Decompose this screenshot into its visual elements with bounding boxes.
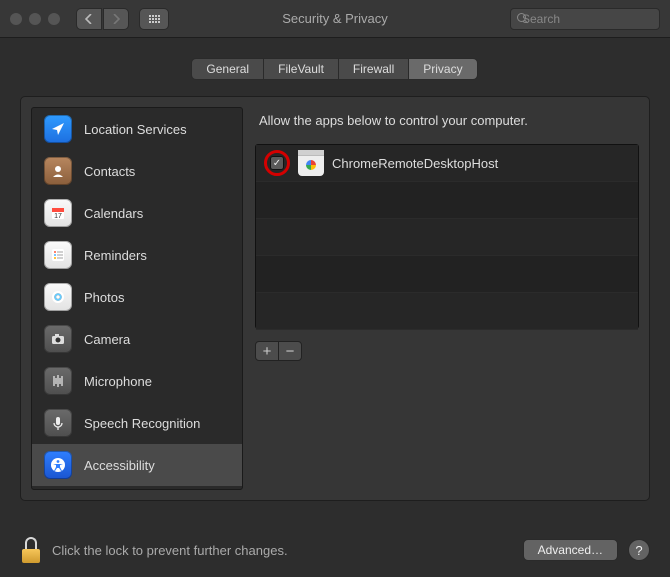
nav-buttons: [76, 8, 129, 30]
sidebar-item-label: Accessibility: [84, 458, 155, 473]
sidebar-item-label: Speech Recognition: [84, 416, 200, 431]
back-button[interactable]: [76, 8, 102, 30]
speech-icon: [44, 409, 72, 437]
lock-button[interactable]: [20, 537, 42, 563]
sidebar-item-microphone[interactable]: Microphone: [32, 360, 242, 402]
sidebar-item-label: Contacts: [84, 164, 135, 179]
show-all-button[interactable]: [139, 8, 169, 30]
grid-icon: [149, 15, 160, 23]
forward-button[interactable]: [103, 8, 129, 30]
close-window-button[interactable]: [10, 13, 22, 25]
chevron-left-icon: [85, 14, 93, 24]
highlight-ring-icon: [264, 150, 290, 176]
calendar-icon: 17: [44, 199, 72, 227]
window-title: Security & Privacy: [282, 11, 387, 26]
location-icon: [44, 115, 72, 143]
sidebar-item-speech[interactable]: Speech Recognition: [32, 402, 242, 444]
sidebar-item-photos[interactable]: Photos: [32, 276, 242, 318]
app-row-empty: [256, 256, 638, 293]
sidebar-item-reminders[interactable]: Reminders: [32, 234, 242, 276]
tab-general[interactable]: General: [191, 58, 264, 80]
tab-bar: GeneralFileVaultFirewallPrivacy: [0, 58, 670, 80]
app-row-empty: [256, 219, 638, 256]
add-app-button[interactable]: +: [255, 341, 279, 361]
sidebar-item-label: Calendars: [84, 206, 143, 221]
app-row-empty: [256, 182, 638, 219]
sidebar-item-contacts[interactable]: Contacts: [32, 150, 242, 192]
sidebar-item-camera[interactable]: Camera: [32, 318, 242, 360]
camera-icon: [44, 325, 72, 353]
window-titlebar: Security & Privacy: [0, 0, 670, 38]
footer: Click the lock to prevent further change…: [0, 523, 670, 577]
microphone-icon: [44, 367, 72, 395]
add-remove-buttons: + −: [255, 341, 639, 361]
privacy-sidebar: Location Services Contacts 17 Calendars Remi…: [31, 107, 243, 490]
tab-privacy[interactable]: Privacy: [408, 58, 477, 80]
search-input[interactable]: [522, 12, 670, 26]
tab-filevault[interactable]: FileVault: [263, 58, 339, 80]
sidebar-item-label: Microphone: [84, 374, 152, 389]
app-checkbox[interactable]: ✓: [264, 150, 290, 176]
app-row[interactable]: ✓ ChromeRemoteDesktopHost: [256, 145, 638, 182]
minimize-window-button[interactable]: [29, 13, 41, 25]
sidebar-item-label: Location Services: [84, 122, 187, 137]
reminders-icon: [44, 241, 72, 269]
content-title: Allow the apps below to control your com…: [259, 113, 635, 128]
svg-text:17: 17: [54, 213, 62, 220]
zoom-window-button[interactable]: [48, 13, 60, 25]
advanced-button[interactable]: Advanced…: [523, 539, 618, 561]
sidebar-item-accessibility[interactable]: Accessibility: [32, 444, 242, 486]
traffic-lights: [10, 13, 60, 25]
content-pane: Allow the apps below to control your com…: [255, 107, 639, 490]
remove-app-button[interactable]: −: [278, 341, 302, 361]
app-row-empty: [256, 293, 638, 330]
search-field[interactable]: [510, 8, 660, 30]
help-button[interactable]: ?: [628, 539, 650, 561]
tab-firewall[interactable]: Firewall: [338, 58, 409, 80]
sidebar-item-label: Photos: [84, 290, 124, 305]
app-list: ✓ ChromeRemoteDesktopHost: [255, 144, 639, 329]
app-name-label: ChromeRemoteDesktopHost: [332, 156, 498, 171]
chrome-app-icon: [298, 150, 324, 176]
sidebar-item-label: Camera: [84, 332, 130, 347]
chevron-right-icon: [112, 14, 120, 24]
lock-text: Click the lock to prevent further change…: [52, 543, 288, 558]
sidebar-item-location[interactable]: Location Services: [32, 108, 242, 150]
sidebar-item-calendar[interactable]: 17 Calendars: [32, 192, 242, 234]
main-panel: Location Services Contacts 17 Calendars Remi…: [20, 96, 650, 501]
contacts-icon: [44, 157, 72, 185]
sidebar-item-label: Reminders: [84, 248, 147, 263]
accessibility-icon: [44, 451, 72, 479]
photos-icon: [44, 283, 72, 311]
